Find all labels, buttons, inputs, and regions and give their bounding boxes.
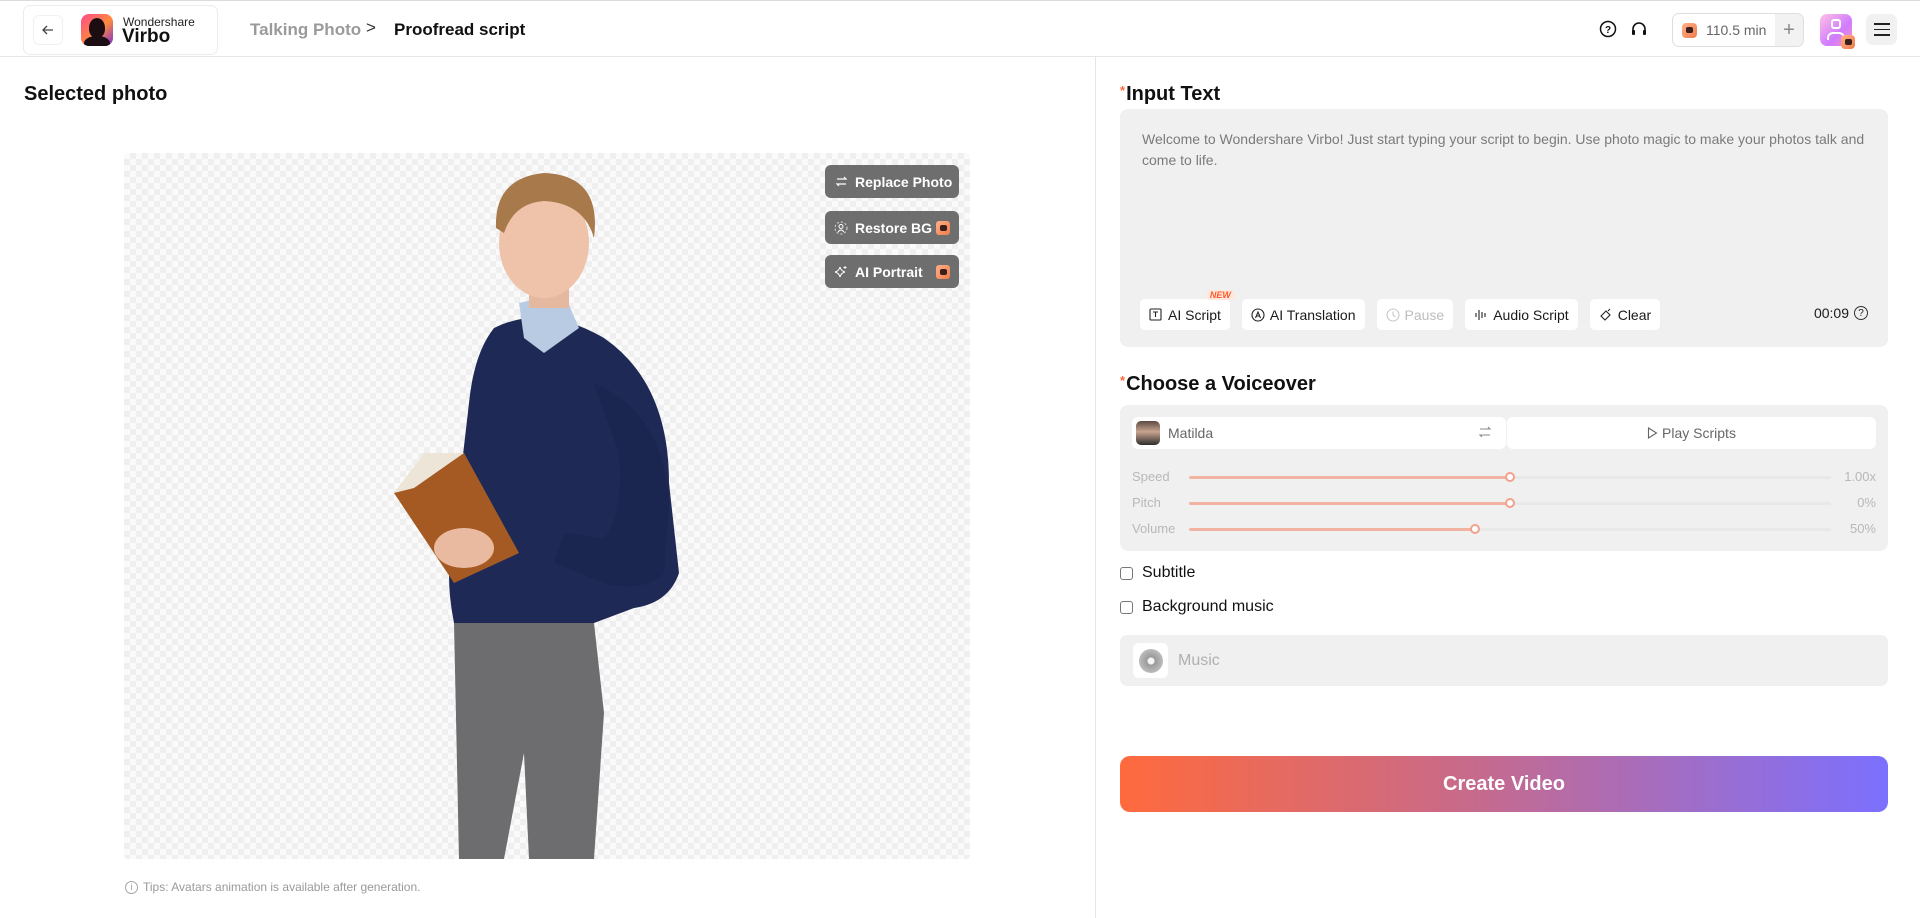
breadcrumb-current: Proofread script (394, 20, 526, 39)
pro-badge-icon (936, 220, 950, 235)
add-credits-button[interactable]: + (1775, 14, 1803, 46)
subtitle-checkbox[interactable]: Subtitle (1120, 564, 1195, 582)
required-mark: * (1120, 83, 1126, 98)
checkbox-icon[interactable] (1120, 566, 1133, 580)
pitch-thumb[interactable] (1505, 498, 1515, 508)
swap-icon (835, 176, 847, 187)
brand-box: Wondershare Virbo (23, 5, 218, 55)
tip-text: Tips: Avatars animation is available aft… (143, 880, 421, 894)
credits-icon (1682, 22, 1697, 38)
volume-value: 50% (1849, 521, 1876, 536)
pitch-slider: Pitch 0% (1132, 495, 1876, 510)
ai-portrait-label: AI Portrait (855, 263, 923, 280)
restore-bg-button[interactable]: Restore BG (825, 211, 959, 244)
panel-divider (1095, 57, 1096, 918)
speed-value: 1.00x (1844, 469, 1876, 484)
hamburger-icon (1873, 23, 1890, 25)
tip-message: i Tips: Avatars animation is available a… (125, 880, 421, 894)
voiceover-title: *Choose a Voiceover (1120, 373, 1316, 395)
replace-photo-button[interactable]: Replace Photo (825, 165, 959, 198)
checkbox-icon[interactable] (1120, 600, 1133, 614)
script-duration: 00:09 ? (1814, 305, 1868, 321)
sparkle-icon (834, 265, 847, 277)
music-selector[interactable]: Music (1120, 635, 1888, 686)
restore-bg-label: Restore BG (855, 219, 933, 236)
music-placeholder: Music (1178, 651, 1220, 669)
ai-translation-button[interactable]: AI Translation (1241, 299, 1365, 330)
chevron-right-icon: > (366, 18, 376, 37)
volume-track[interactable] (1189, 524, 1831, 534)
volume-thumb[interactable] (1469, 524, 1480, 534)
user-avatar[interactable] (1820, 14, 1855, 49)
ai-script-button[interactable]: AI Script NEW (1140, 290, 1234, 330)
question-circle-icon[interactable]: ? (1854, 306, 1868, 320)
input-text-title: *Input Text (1120, 83, 1221, 105)
voice-avatar (1136, 421, 1160, 445)
pro-badge-icon (936, 264, 950, 279)
pause-button[interactable]: Pause (1376, 299, 1454, 330)
headset-icon (1632, 22, 1646, 35)
speed-slider: Speed 1.00x (1132, 469, 1876, 484)
arrow-left-icon (42, 25, 53, 35)
play-icon (1647, 427, 1658, 439)
waveform-icon (1475, 309, 1486, 320)
ai-script-icon (1149, 307, 1162, 321)
ai-portrait-button[interactable]: AI Portrait (825, 255, 959, 288)
question-circle-icon: ? (1599, 20, 1617, 38)
script-text[interactable]: Welcome to Wondershare Virbo! Just start… (1142, 129, 1872, 171)
menu-button[interactable] (1866, 14, 1897, 45)
background-music-checkbox[interactable]: Background music (1120, 598, 1274, 616)
swap-icon[interactable] (1478, 425, 1492, 441)
breadcrumb-talking-photo[interactable]: Talking Photo (250, 20, 361, 40)
support-button[interactable] (1629, 19, 1649, 39)
required-mark: * (1120, 373, 1126, 388)
speed-track[interactable] (1189, 472, 1831, 482)
voice-name: Matilda (1168, 425, 1214, 441)
speed-thumb[interactable] (1505, 472, 1515, 482)
clock-icon (1385, 307, 1400, 322)
new-badge: NEW (1206, 290, 1234, 300)
duration-value: 00:09 (1813, 305, 1849, 321)
pro-badge-icon (1841, 35, 1855, 49)
voice-selector[interactable]: Matilda (1132, 417, 1506, 449)
person-dashed-icon (834, 221, 848, 234)
trousers (454, 623, 604, 859)
info-icon: i (125, 880, 138, 894)
top-header: Wondershare Virbo Talking Photo > Proofr… (0, 0, 1920, 57)
play-scripts-button[interactable]: Play Scripts (1507, 417, 1876, 449)
svg-text:?: ? (1605, 25, 1611, 36)
script-textarea[interactable]: Welcome to Wondershare Virbo! Just start… (1120, 109, 1888, 347)
credits-value: 110.5 min (1706, 22, 1767, 38)
pitch-track[interactable] (1189, 498, 1831, 508)
virbo-logo[interactable] (81, 14, 113, 46)
voiceover-panel: Matilda Play Scripts Speed 1.00x Pitch 0… (1120, 405, 1888, 551)
brand-product: Virbo (122, 26, 171, 47)
credits-balance: 110.5 min + (1672, 13, 1804, 47)
audio-script-button[interactable]: Audio Script (1465, 299, 1578, 330)
back-button[interactable] (33, 15, 63, 45)
script-toolbar: AI Script NEW AI Translation Pause Audio… (1140, 290, 1661, 330)
broom-icon (1599, 308, 1611, 321)
clear-button[interactable]: Clear (1589, 299, 1661, 330)
replace-photo-label: Replace Photo (855, 173, 953, 190)
volume-slider: Volume 50% (1132, 521, 1876, 536)
selected-photo-title: Selected photo (24, 83, 168, 105)
translate-icon (1251, 307, 1265, 322)
pitch-value: 0% (1857, 495, 1876, 510)
music-disc-icon (1133, 643, 1168, 678)
help-button[interactable]: ? (1598, 19, 1618, 39)
create-video-button[interactable]: Create Video (1120, 756, 1888, 812)
